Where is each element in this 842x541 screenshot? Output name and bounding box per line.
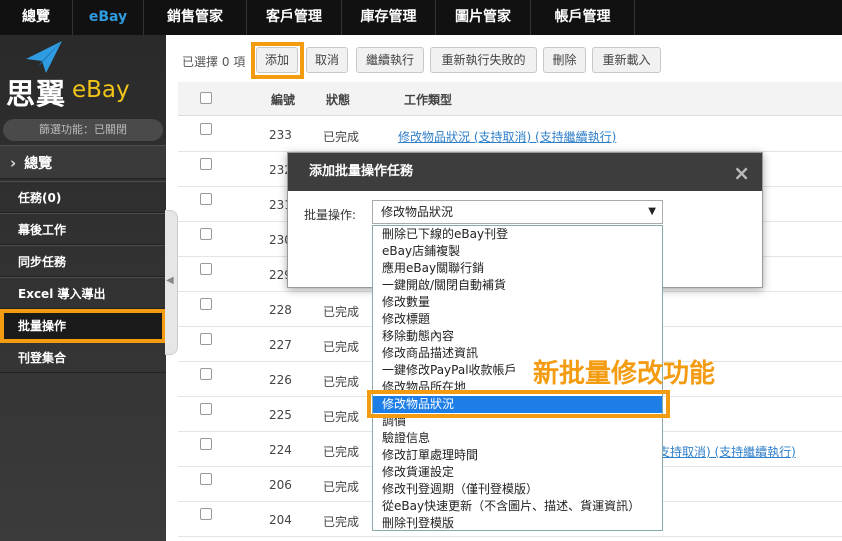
row-status: 已完成 [323,410,360,424]
top-nav: 總覽 eBay 銷售管家 客戶管理 庫存管理 圖片管家 帳戶管理 [0,0,842,35]
dropdown-option[interactable]: 修改數量 [373,294,662,311]
table-header: 編號 狀態 工作類型 [178,82,842,116]
table-row[interactable]: 233 已完成 修改物品狀況 (支持取消) (支持繼續執行) [178,117,842,152]
selected-count: 已選擇 0 項 [182,55,246,69]
row-checkbox[interactable] [200,298,212,310]
dropdown-option[interactable]: eBay店鋪複製 [373,243,662,260]
highlight-add-button [251,42,304,79]
select-value: 修改物品狀況 [381,205,454,219]
sidebar: 思翼 eBay 篩選功能：已關閉 › 總覽 任務(0) 幕後工作 同步任務 Exc… [0,35,166,541]
sidebar-item-label: 總覽 [24,156,53,172]
dropdown-option[interactable]: 修改刊登週期（僅刊登模版） [373,481,662,498]
row-checkbox[interactable] [200,228,212,240]
nav-image-manager[interactable]: 圖片管家 [436,0,531,35]
nav-customer-management[interactable]: 客戶管理 [247,0,342,35]
row-checkbox[interactable] [200,508,212,520]
bulk-operation-label: 批量操作: [304,208,357,222]
row-checkbox[interactable] [200,368,212,380]
column-header-job-type: 工作類型 [404,93,453,107]
brand-name-cn: 思翼 [6,77,67,111]
nav-account-management[interactable]: 帳戶管理 [531,0,635,35]
row-job-type-link[interactable]: 修改物品狀況 (支持取消) (支持繼續執行) [398,128,616,145]
chevron-right-icon: › [10,154,17,172]
nav-sales-manager[interactable]: 銷售管家 [144,0,247,35]
row-id: 233 [269,128,292,142]
row-status: 已完成 [323,515,360,529]
bulk-operation-select[interactable]: 修改物品狀況 ▼ [372,200,663,224]
row-checkbox[interactable] [200,438,212,450]
dropdown-option[interactable]: 刪除刊登模版 [373,515,662,532]
row-checkbox[interactable] [200,473,212,485]
paper-plane-icon [26,41,62,73]
caret-down-icon: ▼ [648,206,656,217]
dropdown-option[interactable]: 刪除已下線的eBay刊登 [373,226,662,243]
close-icon[interactable]: × [733,161,750,185]
row-status: 已完成 [323,340,360,354]
nav-inventory-management[interactable]: 庫存管理 [342,0,436,35]
brand-name-en: eBay [72,77,130,103]
nav-overview[interactable]: 總覽 [0,0,73,35]
row-checkbox[interactable] [200,123,212,135]
sidebar-item-tasks[interactable]: 任務(0) [0,181,166,213]
dropdown-option[interactable]: 修改貨運設定 [373,464,662,481]
row-job-type-link[interactable]: 支持取消) (支持繼續執行) [658,443,796,460]
row-status: 已完成 [323,480,360,494]
sidebar-item-sync-tasks[interactable]: 同步任務 [0,245,166,277]
column-header-id: 編號 [271,93,296,107]
row-status: 已完成 [323,305,360,319]
sidebar-item-excel-import-export[interactable]: Excel 導入導出 [0,277,166,309]
filter-status: 篩選功能：已關閉 [3,119,163,141]
sidebar-collapse-handle[interactable]: ◀ [165,210,178,355]
row-id: 227 [269,338,292,352]
row-id: 224 [269,443,292,457]
chevron-left-icon: ◀ [166,275,174,286]
row-status: 已完成 [323,445,360,459]
delete-button[interactable]: 刪除 [543,47,586,73]
row-id: 204 [269,513,292,527]
dropdown-option[interactable]: 驗證信息 [373,430,662,447]
row-id: 226 [269,373,292,387]
dropdown-option[interactable]: 移除動態內容 [373,328,662,345]
row-checkbox[interactable] [200,333,212,345]
cancel-button[interactable]: 取消 [306,47,348,73]
row-checkbox[interactable] [200,158,212,170]
reload-button[interactable]: 重新載入 [592,47,661,73]
row-status: 已完成 [323,375,360,389]
sidebar-item-background-jobs[interactable]: 幕後工作 [0,213,166,245]
row-id: 228 [269,303,292,317]
dialog-title: 添加批量操作任務 [288,153,762,191]
dropdown-option[interactable]: 一鍵開啟/關閉自動補貨 [373,277,662,294]
sidebar-item-listing-collections[interactable]: 刊登集合 [0,341,166,373]
dropdown-option[interactable]: 應用eBay關聯行銷 [373,260,662,277]
row-checkbox[interactable] [200,403,212,415]
annotation-callout: 新批量修改功能 [533,359,716,389]
row-id: 206 [269,478,292,492]
logo: 思翼 eBay [0,35,166,113]
dropdown-option[interactable]: 修改訂單處理時間 [373,447,662,464]
row-id: 225 [269,408,292,422]
row-checkbox[interactable] [200,263,212,275]
nav-ebay[interactable]: eBay [73,0,144,35]
continue-button[interactable]: 繼續執行 [356,47,424,73]
highlight-selected-option [367,390,670,418]
sidebar-item-overview[interactable]: › 總覽 [0,145,166,179]
select-all-checkbox[interactable] [200,92,212,104]
dropdown-option[interactable]: 修改標題 [373,311,662,328]
column-header-status: 狀態 [326,93,351,107]
retry-failed-button[interactable]: 重新執行失敗的 [430,47,537,73]
highlight-bulk-operations [0,309,166,343]
dropdown-option[interactable]: 從eBay快速更新（不含圖片、描述、貨運資訊） [373,498,662,515]
row-status: 已完成 [323,130,360,144]
row-checkbox[interactable] [200,193,212,205]
